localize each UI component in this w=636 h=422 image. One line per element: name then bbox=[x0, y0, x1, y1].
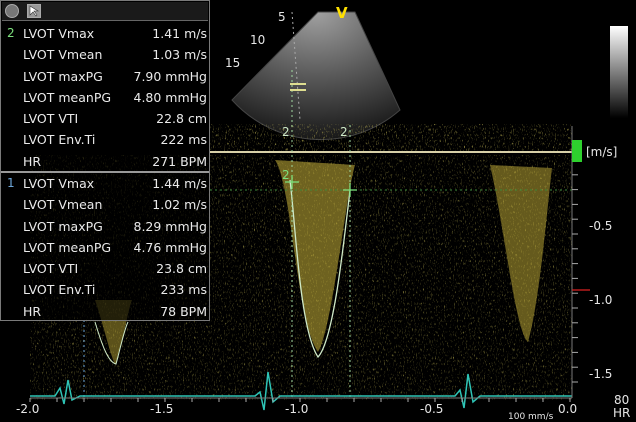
baseline-handle[interactable] bbox=[572, 140, 582, 162]
measurement-set-1: 1 LVOT Vmax 1.44 m/s LVOT Vmean 1.02 m/s… bbox=[1, 173, 209, 322]
measurement-row: LVOT Env.Ti 222 ms bbox=[1, 129, 209, 150]
measurement-row: LVOT meanPG 4.76 mmHg bbox=[1, 237, 209, 258]
caliper-label-vmax: 2 bbox=[282, 168, 290, 182]
depth-label-15: 15 bbox=[225, 56, 241, 70]
row-label: LVOT VTI bbox=[23, 111, 79, 127]
measurement-set-2: 2 LVOT Vmax 1.41 m/s LVOT Vmean 1.03 m/s… bbox=[1, 23, 209, 172]
row-label: LVOT Vmean bbox=[23, 197, 103, 213]
velocity-unit: [m/s] bbox=[586, 145, 618, 159]
record-icon[interactable] bbox=[5, 4, 19, 18]
row-label: LVOT meanPG bbox=[23, 89, 112, 105]
depth-label-10: 10 bbox=[250, 33, 266, 47]
depth-label-5: 5 bbox=[278, 10, 286, 24]
velocity-tick--0.5: -0.5 bbox=[589, 219, 613, 233]
orientation-marker: V bbox=[336, 4, 348, 22]
time-tick--1.5: -1.5 bbox=[150, 402, 174, 416]
panel-toolbar bbox=[2, 2, 208, 21]
row-label: HR bbox=[23, 303, 42, 319]
measurement-row: HR 78 BPM bbox=[1, 301, 209, 322]
row-label: LVOT Vmax bbox=[23, 26, 95, 41]
row-label: LVOT meanPG bbox=[23, 239, 112, 255]
row-value: 233 ms bbox=[160, 282, 207, 298]
time-tick-0.0: 0.0 bbox=[558, 402, 578, 416]
velocity-tick--1.0: -1.0 bbox=[589, 293, 613, 307]
measurement-row: 1 LVOT Vmax 1.44 m/s bbox=[1, 173, 209, 194]
hr-value: 80 bbox=[614, 393, 630, 407]
measurement-panel: 2 LVOT Vmax 1.41 m/s LVOT Vmean 1.03 m/s… bbox=[0, 0, 210, 321]
set-number: 2 bbox=[7, 26, 15, 40]
measurement-row: LVOT Vmean 1.02 m/s bbox=[1, 194, 209, 215]
hr-label: HR bbox=[613, 406, 631, 420]
measurement-row: HR 271 BPM bbox=[1, 151, 209, 172]
row-value: 7.90 mmHg bbox=[133, 68, 208, 84]
time-tick--1.0: -1.0 bbox=[285, 402, 309, 416]
row-label: HR bbox=[23, 153, 42, 169]
measurement-row: 2 LVOT Vmax 1.41 m/s bbox=[1, 23, 209, 44]
time-tick--0.5: -0.5 bbox=[420, 402, 444, 416]
row-label: LVOT maxPG bbox=[23, 68, 103, 84]
measurement-row: LVOT Env.Ti 233 ms bbox=[1, 279, 209, 300]
grayscale-bar bbox=[610, 26, 628, 118]
row-label: LVOT Env.Ti bbox=[23, 132, 96, 148]
cursor-icon[interactable] bbox=[27, 4, 41, 18]
measurement-row: LVOT VTI 23.8 cm bbox=[1, 258, 209, 279]
row-value: 4.76 mmHg bbox=[133, 239, 208, 255]
measurement-row: LVOT Vmean 1.03 m/s bbox=[1, 44, 209, 65]
sector-image bbox=[232, 12, 400, 140]
row-value: 1.02 m/s bbox=[152, 197, 207, 213]
caliper-label-end: 2 bbox=[340, 125, 348, 139]
sweep-speed: 100 mm/s bbox=[508, 412, 554, 422]
velocity-tick--1.5: -1.5 bbox=[589, 367, 613, 381]
row-label: LVOT Env.Ti bbox=[23, 282, 96, 298]
row-value: 271 BPM bbox=[152, 153, 207, 169]
row-value: 78 BPM bbox=[160, 303, 207, 319]
row-value: 22.8 cm bbox=[156, 111, 207, 127]
measurement-row: LVOT VTI 22.8 cm bbox=[1, 108, 209, 129]
row-value: 1.44 m/s bbox=[152, 176, 207, 191]
row-value: 1.03 m/s bbox=[152, 47, 207, 63]
row-label: LVOT Vmax bbox=[23, 176, 95, 191]
caliper-label-start: 2 bbox=[282, 125, 290, 139]
time-tick--2.0: -2.0 bbox=[16, 402, 40, 416]
ultrasound-viewport: V 5 10 15 2 2 2 [m/s] -0.5 -1.0 -1.5 -2.… bbox=[0, 0, 636, 422]
row-value: 23.8 cm bbox=[156, 261, 207, 277]
row-value: 222 ms bbox=[160, 132, 207, 148]
set-number: 1 bbox=[7, 176, 15, 190]
measurement-row: LVOT maxPG 7.90 mmHg bbox=[1, 66, 209, 87]
row-label: LVOT VTI bbox=[23, 261, 79, 277]
row-label: LVOT Vmean bbox=[23, 47, 103, 63]
row-value: 1.41 m/s bbox=[152, 26, 207, 41]
row-value: 4.80 mmHg bbox=[133, 89, 208, 105]
measurement-row: LVOT meanPG 4.80 mmHg bbox=[1, 87, 209, 108]
measurement-row: LVOT maxPG 8.29 mmHg bbox=[1, 216, 209, 237]
row-label: LVOT maxPG bbox=[23, 218, 103, 234]
doppler-speckle-top bbox=[210, 124, 572, 152]
row-value: 8.29 mmHg bbox=[133, 218, 208, 234]
